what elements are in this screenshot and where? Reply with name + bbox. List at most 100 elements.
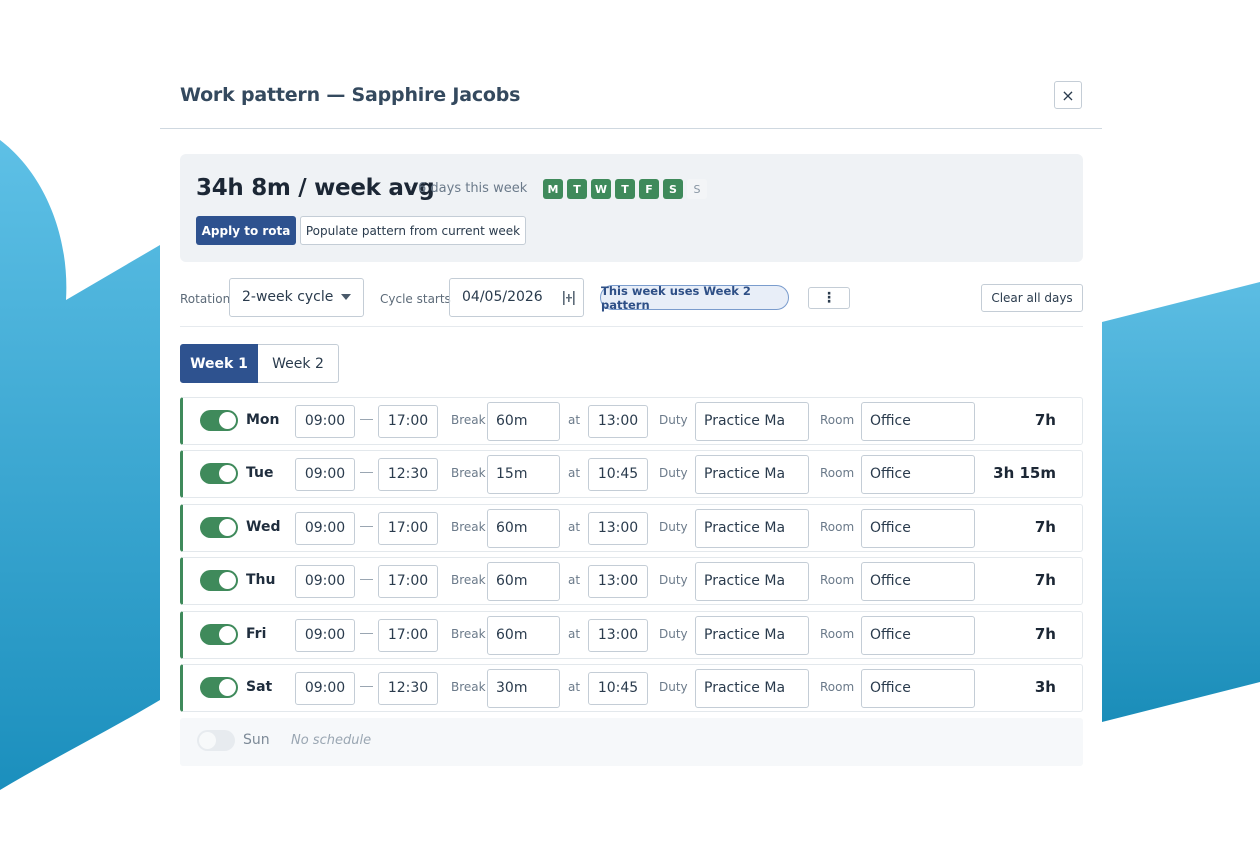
- more-options-button[interactable]: ⋮: [808, 287, 850, 309]
- days-this-week: 6 days this week: [418, 181, 528, 196]
- day-toggle[interactable]: [200, 463, 238, 484]
- at-label: at: [568, 466, 581, 480]
- end-time-input[interactable]: 17:00: [378, 619, 438, 652]
- duty-input[interactable]: Practice Ma: [695, 455, 809, 494]
- break-duration-input[interactable]: 60m: [487, 616, 560, 655]
- room-input[interactable]: Office: [861, 616, 975, 655]
- close-button[interactable]: ×: [1054, 81, 1082, 109]
- toggle-knob: [199, 732, 216, 749]
- day-toggle[interactable]: [200, 410, 238, 431]
- day-toggle[interactable]: [200, 570, 238, 591]
- break-duration-input[interactable]: 60m: [487, 402, 560, 441]
- room-label: Room: [820, 466, 855, 480]
- duty-label: Duty: [659, 520, 688, 534]
- clear-all-days-button[interactable]: Clear all days: [981, 284, 1083, 312]
- duty-input[interactable]: Practice Ma: [695, 562, 809, 601]
- room-label: Room: [820, 627, 855, 641]
- day-hours: 7h: [1034, 518, 1056, 536]
- time-range-dash: [360, 419, 373, 420]
- day-row-mon: Mon 09:00 17:00 Break 60m at 13:00 Duty …: [180, 397, 1083, 445]
- duty-label: Duty: [659, 466, 688, 480]
- at-label: at: [568, 680, 581, 694]
- break-label: Break: [451, 520, 486, 534]
- start-time-input[interactable]: 09:00: [295, 512, 355, 545]
- break-time-input[interactable]: 13:00: [588, 405, 648, 438]
- day-row-thu: Thu 09:00 17:00 Break 60m at 13:00 Duty …: [180, 557, 1083, 605]
- break-label: Break: [451, 413, 486, 427]
- break-time-input[interactable]: 13:00: [588, 565, 648, 598]
- end-time-input[interactable]: 17:00: [378, 512, 438, 545]
- cycle-start-date-input[interactable]: 04/05/2026: [449, 278, 584, 317]
- chevron-down-icon: [341, 294, 351, 300]
- cycle-starts-label: Cycle starts: [380, 292, 451, 306]
- break-time-input[interactable]: 13:00: [588, 619, 648, 652]
- day-toggle[interactable]: [200, 517, 238, 538]
- modal-header: Work pattern — Sapphire Jacobs ×: [160, 66, 1102, 129]
- day-row-fri: Fri 09:00 17:00 Break 60m at 13:00 Duty …: [180, 611, 1083, 659]
- day-chip-mon: M: [543, 179, 563, 199]
- cycle-start-value: 04/05/2026: [462, 289, 543, 305]
- duty-input[interactable]: Practice Ma: [695, 616, 809, 655]
- end-time-input[interactable]: 12:30: [378, 672, 438, 705]
- room-input[interactable]: Office: [861, 562, 975, 601]
- separator-dot: ·: [408, 181, 413, 196]
- end-time-input[interactable]: 17:00: [378, 405, 438, 438]
- pattern-toolbar: Rotation 2-week cycle Cycle starts 04/05…: [160, 278, 1102, 328]
- day-toggle[interactable]: [200, 677, 238, 698]
- calendar-picker-icon[interactable]: [563, 290, 575, 306]
- rotation-select[interactable]: 2-week cycle: [229, 278, 364, 317]
- break-time-input[interactable]: 10:45: [588, 458, 648, 491]
- start-time-input[interactable]: 09:00: [295, 565, 355, 598]
- room-input[interactable]: Office: [861, 509, 975, 548]
- day-toggle[interactable]: [197, 730, 235, 751]
- day-chip-wed: W: [591, 179, 611, 199]
- duty-input[interactable]: Practice Ma: [695, 669, 809, 708]
- section-divider: [180, 326, 1083, 327]
- day-chip-fri: F: [639, 179, 659, 199]
- rotation-value: 2-week cycle: [242, 289, 334, 305]
- duty-input[interactable]: Practice Ma: [695, 509, 809, 548]
- break-duration-input[interactable]: 30m: [487, 669, 560, 708]
- end-time-input[interactable]: 17:00: [378, 565, 438, 598]
- break-duration-input[interactable]: 15m: [487, 455, 560, 494]
- duty-input[interactable]: Practice Ma: [695, 402, 809, 441]
- break-duration-input[interactable]: 60m: [487, 562, 560, 601]
- room-label: Room: [820, 680, 855, 694]
- day-hours: 3h: [1034, 678, 1056, 696]
- apply-to-rota-button[interactable]: Apply to rota: [196, 216, 296, 245]
- duty-label: Duty: [659, 627, 688, 641]
- room-input[interactable]: Office: [861, 669, 975, 708]
- room-input[interactable]: Office: [861, 402, 975, 441]
- populate-pattern-button[interactable]: Populate pattern from current week: [300, 216, 526, 245]
- toggle-knob: [219, 626, 236, 643]
- start-time-input[interactable]: 09:00: [295, 405, 355, 438]
- toggle-knob: [219, 519, 236, 536]
- start-time-input[interactable]: 09:00: [295, 619, 355, 652]
- background-shape-right: [1102, 282, 1260, 722]
- day-label: Fri: [246, 626, 267, 642]
- at-label: at: [568, 520, 581, 534]
- break-time-input[interactable]: 13:00: [588, 512, 648, 545]
- room-label: Room: [820, 520, 855, 534]
- day-label: Mon: [246, 412, 280, 428]
- close-icon: ×: [1061, 85, 1075, 105]
- day-toggle[interactable]: [200, 624, 238, 645]
- day-row-wed: Wed 09:00 17:00 Break 60m at 13:00 Duty …: [180, 504, 1083, 552]
- start-time-input[interactable]: 09:00: [295, 458, 355, 491]
- kebab-menu-icon: ⋮: [822, 290, 836, 306]
- day-hours: 7h: [1034, 411, 1056, 429]
- day-chip-sat: S: [663, 179, 683, 199]
- break-time-input[interactable]: 10:45: [588, 672, 648, 705]
- day-row-sun: Sun No schedule: [180, 718, 1083, 766]
- room-input[interactable]: Office: [861, 455, 975, 494]
- break-duration-input[interactable]: 60m: [487, 509, 560, 548]
- end-time-input[interactable]: 12:30: [378, 458, 438, 491]
- start-time-input[interactable]: 09:00: [295, 672, 355, 705]
- toggle-knob: [219, 679, 236, 696]
- tab-week-1[interactable]: Week 1: [180, 344, 258, 383]
- at-label: at: [568, 413, 581, 427]
- day-label: Wed: [246, 519, 281, 535]
- tab-week-2[interactable]: Week 2: [258, 344, 339, 383]
- duty-label: Duty: [659, 680, 688, 694]
- room-label: Room: [820, 413, 855, 427]
